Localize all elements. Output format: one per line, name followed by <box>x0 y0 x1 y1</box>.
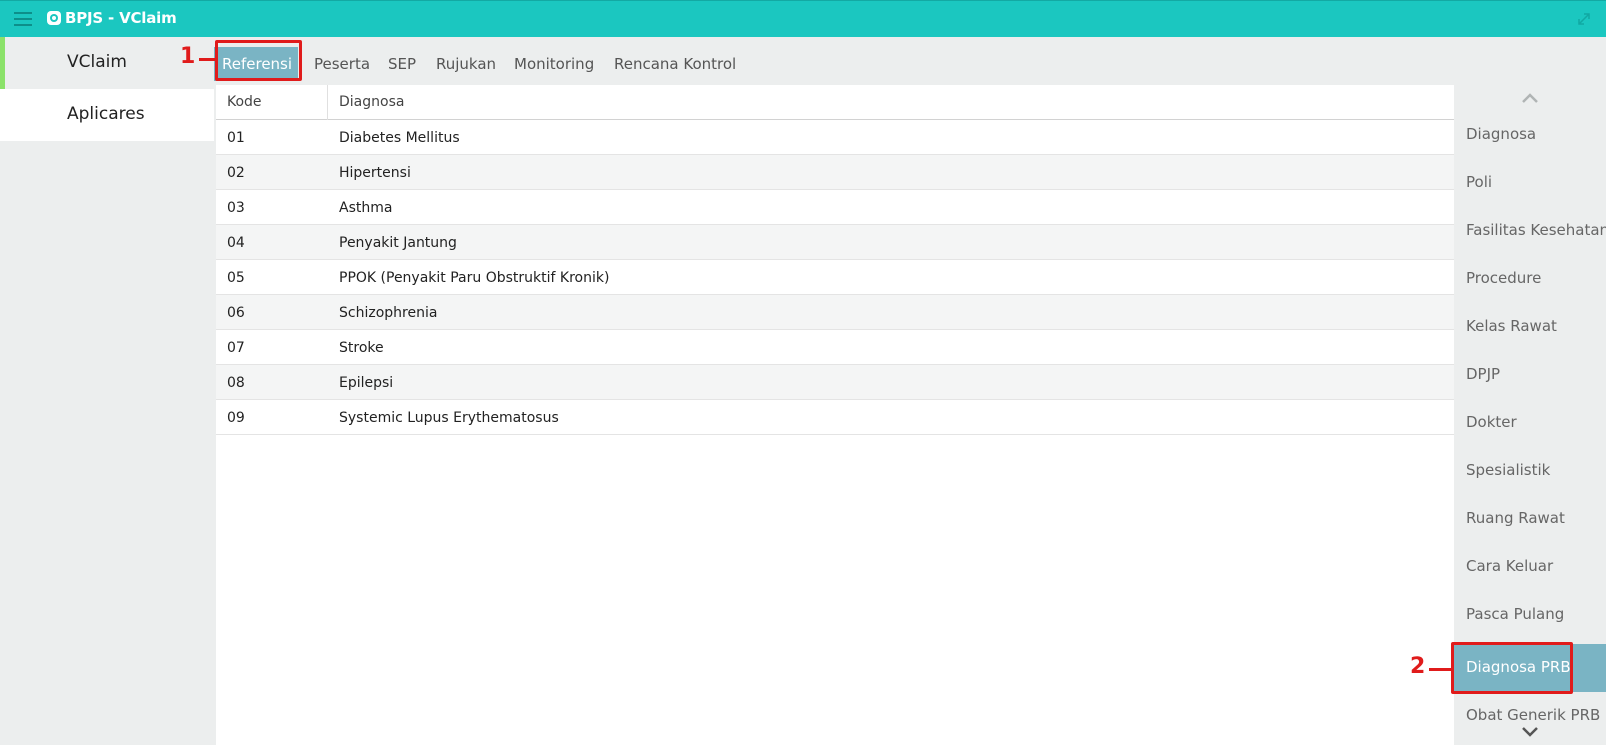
cell-diagnosa: Penyakit Jantung <box>339 235 457 251</box>
nav-item-poli[interactable]: Poli <box>1454 159 1606 207</box>
column-header-kode: Kode <box>227 94 262 110</box>
nav-item-label: Pasca Pulang <box>1466 605 1565 623</box>
diagnosa-table: Kode Diagnosa 01 Diabetes Mellitus 02 Hi… <box>216 85 1454 745</box>
annotation-number-2: 2 <box>1410 654 1426 679</box>
tab-sep[interactable]: SEP <box>380 47 424 81</box>
cell-diagnosa: Stroke <box>339 340 384 356</box>
table-row[interactable]: 02 Hipertensi <box>216 155 1454 190</box>
sidebar-item-label: Aplicares <box>67 104 145 124</box>
cell-diagnosa: Epilepsi <box>339 375 394 391</box>
tab-rujukan[interactable]: Rujukan <box>428 47 504 81</box>
cell-diagnosa: Hipertensi <box>339 165 411 181</box>
table-row[interactable]: 05 PPOK (Penyakit Paru Obstruktif Kronik… <box>216 260 1454 295</box>
tab-peserta[interactable]: Peserta <box>306 47 378 81</box>
sidebar-item-label: VClaim <box>67 52 127 72</box>
column-header-diagnosa: Diagnosa <box>339 94 405 110</box>
column-divider <box>327 85 328 120</box>
table-row[interactable]: 08 Epilepsi <box>216 365 1454 400</box>
gear-icon <box>47 11 61 25</box>
nav-item-cara-keluar[interactable]: Cara Keluar <box>1454 543 1606 591</box>
table-row[interactable]: 03 Asthma <box>216 190 1454 225</box>
nav-item-label: Procedure <box>1466 269 1542 287</box>
nav-item-label: Kelas Rawat <box>1466 317 1557 335</box>
cell-kode: 06 <box>227 305 245 321</box>
annotation-box-1 <box>215 40 302 81</box>
cell-diagnosa: PPOK (Penyakit Paru Obstruktif Kronik) <box>339 270 610 286</box>
chevron-up-icon[interactable] <box>1521 92 1539 104</box>
cell-diagnosa: Schizophrenia <box>339 305 438 321</box>
chevron-down-icon[interactable] <box>1521 726 1539 738</box>
cell-kode: 01 <box>227 130 245 146</box>
annotation-number-1: 1 <box>180 44 196 69</box>
table-row[interactable]: 06 Schizophrenia <box>216 295 1454 330</box>
sidebar: VClaim Aplicares <box>0 37 214 745</box>
nav-item-pasca-pulang[interactable]: Pasca Pulang <box>1454 591 1606 639</box>
cell-kode: 04 <box>227 235 245 251</box>
nav-item-label: Cara Keluar <box>1466 557 1554 575</box>
nav-item-spesialistik[interactable]: Spesialistik <box>1454 447 1606 495</box>
nav-item-label: Dokter <box>1466 413 1517 431</box>
tab-bar: Referensi Peserta SEP Rujukan Monitoring… <box>214 37 1454 85</box>
table-row[interactable]: 01 Diabetes Mellitus <box>216 120 1454 155</box>
cell-kode: 05 <box>227 270 245 286</box>
title-bar: BPJS - VClaim <box>0 0 1606 37</box>
table-row[interactable]: 09 Systemic Lupus Erythematosus <box>216 400 1454 435</box>
nav-item-label: Obat Generik PRB <box>1466 706 1601 724</box>
cell-kode: 07 <box>227 340 245 356</box>
cell-diagnosa: Asthma <box>339 200 393 216</box>
nav-item-label: Diagnosa <box>1466 125 1537 143</box>
nav-item-label: Ruang Rawat <box>1466 509 1565 527</box>
sidebar-item-aplicares[interactable]: Aplicares <box>0 89 214 141</box>
annotation-line-2 <box>1429 668 1451 671</box>
nav-item-ruang-rawat[interactable]: Ruang Rawat <box>1454 495 1606 543</box>
tab-rencana-kontrol[interactable]: Rencana Kontrol <box>606 47 744 81</box>
nav-item-dokter[interactable]: Dokter <box>1454 399 1606 447</box>
cell-kode: 03 <box>227 200 245 216</box>
nav-item-label: Spesialistik <box>1466 461 1551 479</box>
nav-item-fasilitas-kesehatan[interactable]: Fasilitas Kesehatan <box>1454 207 1606 255</box>
nav-item-diagnosa[interactable]: Diagnosa <box>1454 111 1606 159</box>
table-row[interactable]: 07 Stroke <box>216 330 1454 365</box>
tab-monitoring[interactable]: Monitoring <box>506 47 602 81</box>
nav-item-label: Poli <box>1466 173 1493 191</box>
nav-item-procedure[interactable]: Procedure <box>1454 255 1606 303</box>
table-row[interactable]: 04 Penyakit Jantung <box>216 225 1454 260</box>
annotation-line-1 <box>199 58 215 61</box>
nav-item-label: DPJP <box>1466 365 1501 383</box>
cell-kode: 09 <box>227 410 245 426</box>
annotation-box-2 <box>1451 642 1573 694</box>
cell-kode: 08 <box>227 375 245 391</box>
cell-diagnosa: Systemic Lupus Erythematosus <box>339 410 559 426</box>
cell-diagnosa: Diabetes Mellitus <box>339 130 460 146</box>
nav-item-kelas-rawat[interactable]: Kelas Rawat <box>1454 303 1606 351</box>
app-title: BPJS - VClaim <box>65 9 177 27</box>
nav-item-dpjp[interactable]: DPJP <box>1454 351 1606 399</box>
expand-icon[interactable] <box>1576 11 1592 27</box>
nav-item-label: Fasilitas Kesehatan <box>1466 221 1606 239</box>
table-header: Kode Diagnosa <box>216 85 1454 120</box>
cell-kode: 02 <box>227 165 245 181</box>
menu-icon[interactable] <box>14 12 32 26</box>
